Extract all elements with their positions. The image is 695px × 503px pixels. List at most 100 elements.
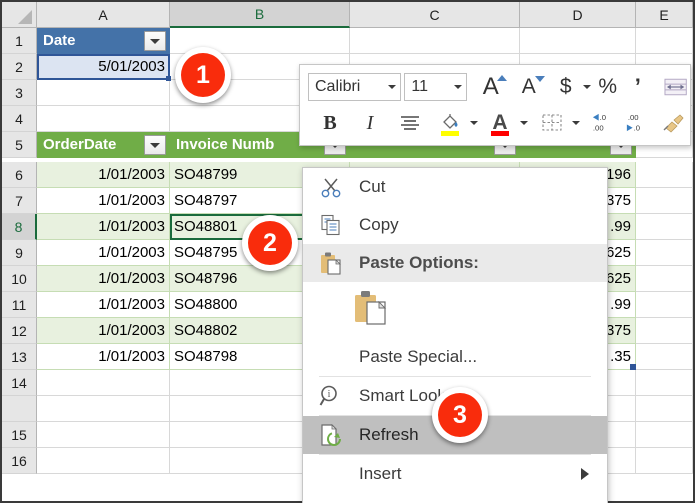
context-menu-label-insert: Insert: [359, 464, 402, 483]
filter-dropdown-orderdate[interactable]: [144, 135, 166, 155]
filter-dropdown-date[interactable]: [144, 31, 166, 51]
accounting-format-button[interactable]: $: [553, 72, 579, 102]
cell-e10[interactable]: [636, 266, 693, 292]
context-menu-item-paste-special[interactable]: Paste Special...: [303, 338, 607, 376]
cell-e9[interactable]: [636, 240, 693, 266]
cell-e12[interactable]: [636, 318, 693, 344]
callout-badge-3-number: 3: [438, 393, 482, 437]
cell-e16[interactable]: [636, 448, 693, 474]
cell-e13[interactable]: [636, 344, 693, 370]
cell-e7[interactable]: [636, 188, 693, 214]
row-header-6[interactable]: 6: [2, 162, 37, 188]
cell-a7[interactable]: 1/01/2003: [37, 188, 170, 214]
cell-a4[interactable]: [37, 106, 170, 132]
row-header-9[interactable]: 9: [2, 240, 37, 266]
chevron-down-icon: [453, 85, 462, 89]
submenu-arrow-icon: [581, 468, 589, 480]
dollar-sign-icon: $: [559, 75, 572, 98]
borders-button[interactable]: [536, 108, 568, 138]
merge-cells-button[interactable]: [661, 72, 690, 102]
comma-icon: ’: [634, 74, 641, 99]
triangle-up-icon: [496, 75, 507, 81]
font-size-combobox[interactable]: 11: [404, 73, 467, 101]
cell-e8[interactable]: [636, 214, 693, 240]
row-header-15[interactable]: 15: [2, 422, 37, 448]
row-header-10[interactable]: 10: [2, 266, 37, 292]
column-header-d[interactable]: D: [520, 2, 636, 28]
svg-text:.00: .00: [628, 113, 639, 122]
paste-options-gallery[interactable]: [303, 282, 607, 338]
column-header-a[interactable]: A: [37, 2, 170, 28]
row-header-4[interactable]: 4: [2, 106, 37, 132]
merge-cells-icon: [664, 78, 687, 96]
cell-a8[interactable]: 1/01/2003: [37, 214, 170, 240]
decrease-font-size-button[interactable]: A: [513, 72, 545, 102]
cell-a11[interactable]: 1/01/2003: [37, 292, 170, 318]
row-header-14b[interactable]: [2, 396, 37, 422]
mini-toolbar[interactable]: Calibri 11 A A $ % ’ B I A .0 .00 .00 .0: [299, 64, 691, 146]
column-header-c[interactable]: C: [350, 2, 520, 28]
cell-a6[interactable]: 1/01/2003: [37, 162, 170, 188]
row-header-16[interactable]: 16: [2, 448, 37, 474]
context-menu[interactable]: Cut Copy Paste Options: Paste Special...…: [302, 167, 608, 503]
row-header-1[interactable]: 1: [2, 28, 37, 54]
percent-format-button[interactable]: %: [595, 72, 621, 102]
cell-e11[interactable]: [636, 292, 693, 318]
svg-text:.00: .00: [593, 124, 604, 133]
format-painter-button[interactable]: [658, 108, 690, 138]
cell-e1[interactable]: [636, 28, 693, 54]
center-align-button[interactable]: [394, 108, 426, 138]
column-header-e[interactable]: E: [636, 2, 693, 28]
cell-a16[interactable]: [37, 448, 170, 474]
context-menu-item-copy[interactable]: Copy: [303, 206, 607, 244]
column-header-b[interactable]: B: [170, 2, 350, 28]
increase-font-size-button[interactable]: A: [475, 72, 507, 102]
row-header-13[interactable]: 13: [2, 344, 37, 370]
increase-decimal-button[interactable]: .00 .0: [621, 108, 652, 138]
chevron-down-icon[interactable]: [572, 121, 580, 125]
chevron-down-icon: [150, 142, 160, 148]
chevron-down-icon[interactable]: [582, 85, 591, 89]
chevron-down-icon[interactable]: [520, 121, 528, 125]
comma-format-button[interactable]: ’: [625, 72, 651, 102]
cell-a15[interactable]: [37, 422, 170, 448]
cell-e14[interactable]: [636, 370, 693, 396]
row-header-5[interactable]: 5: [2, 132, 37, 158]
font-color-button[interactable]: A: [484, 108, 516, 138]
cell-e15[interactable]: [636, 422, 693, 448]
cell-a12[interactable]: 1/01/2003: [37, 318, 170, 344]
cell-a3[interactable]: [37, 80, 170, 106]
cell-a14b[interactable]: [37, 396, 170, 422]
context-menu-item-delete[interactable]: Delete: [303, 493, 607, 503]
context-menu-item-cut[interactable]: Cut: [303, 168, 607, 206]
cell-d1[interactable]: [520, 28, 636, 54]
row-header-14[interactable]: 14: [2, 370, 37, 396]
context-menu-label-cut: Cut: [359, 177, 386, 196]
paste-keep-source-formatting-icon[interactable]: [353, 289, 389, 332]
row-header-8[interactable]: 8: [2, 214, 37, 240]
bold-button[interactable]: B: [314, 108, 346, 138]
cell-e14b[interactable]: [636, 396, 693, 422]
row-header-2[interactable]: 2: [2, 54, 37, 80]
row-header-12[interactable]: 12: [2, 318, 37, 344]
cell-a2[interactable]: 5/01/2003: [37, 54, 170, 80]
italic-button[interactable]: I: [354, 108, 386, 138]
font-color-swatch: [491, 131, 509, 136]
context-menu-item-insert[interactable]: Insert: [303, 455, 607, 493]
cell-e6[interactable]: [636, 162, 693, 188]
row-header-7[interactable]: 7: [2, 188, 37, 214]
cell-c1[interactable]: [350, 28, 520, 54]
cell-a14[interactable]: [37, 370, 170, 396]
select-all-corner[interactable]: [2, 2, 37, 28]
cell-a9[interactable]: 1/01/2003: [37, 240, 170, 266]
decrease-decimal-button[interactable]: .0 .00: [588, 108, 619, 138]
fill-color-button[interactable]: [434, 108, 466, 138]
chevron-down-icon[interactable]: [470, 121, 478, 125]
row-header-11[interactable]: 11: [2, 292, 37, 318]
cell-a13[interactable]: 1/01/2003: [37, 344, 170, 370]
row-header-3[interactable]: 3: [2, 80, 37, 106]
font-name-combobox[interactable]: Calibri: [308, 73, 402, 101]
percent-sign-icon: %: [598, 75, 618, 98]
callout-badge-1-number: 1: [181, 53, 225, 97]
cell-a10[interactable]: 1/01/2003: [37, 266, 170, 292]
